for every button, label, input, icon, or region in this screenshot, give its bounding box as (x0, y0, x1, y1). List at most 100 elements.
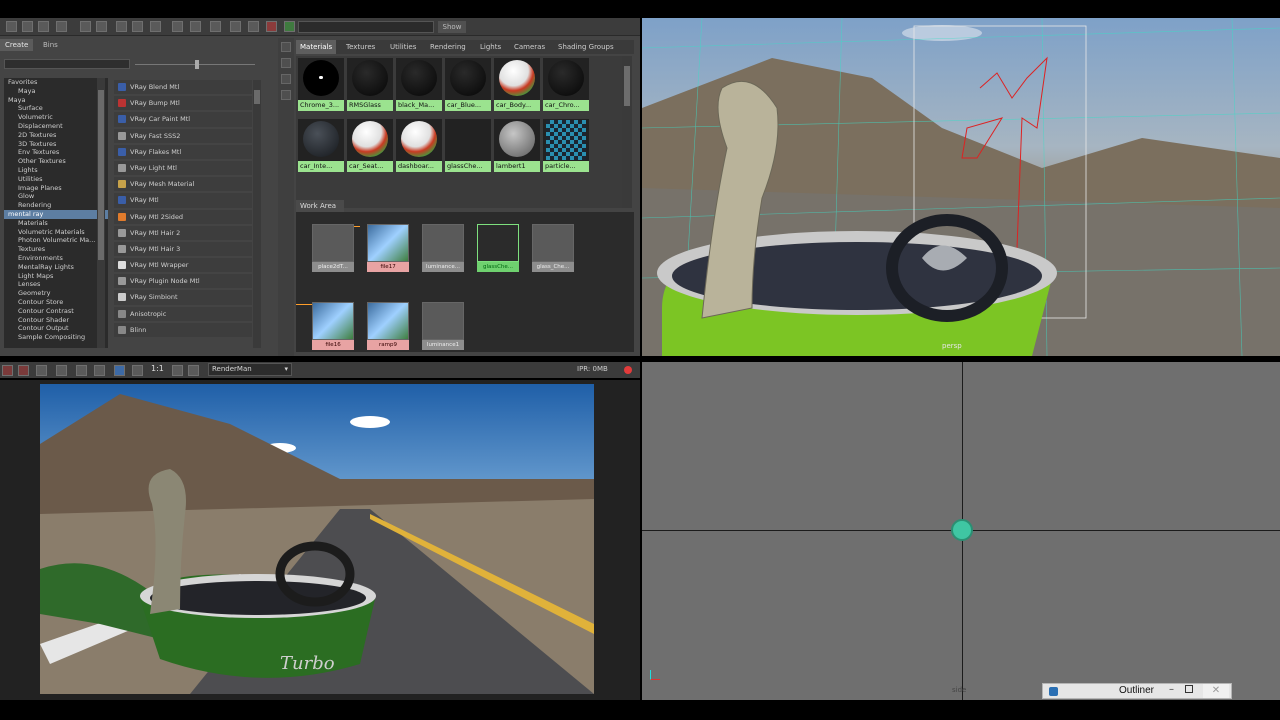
maximize-icon[interactable] (1185, 685, 1193, 693)
scroll-thumb[interactable] (624, 66, 630, 106)
record-icon[interactable] (624, 366, 632, 374)
tab-create[interactable]: Create (0, 39, 34, 51)
work-area-graph[interactable]: place2dT... file17 luminance... glassChe...… (296, 212, 634, 352)
material-swatch[interactable]: dashboar... (396, 119, 442, 172)
slider-handle[interactable] (195, 60, 199, 69)
graph-node[interactable]: file16 (312, 302, 354, 352)
stop-icon[interactable] (266, 21, 277, 32)
bin-icon[interactable] (281, 42, 291, 52)
render-icon[interactable] (2, 365, 13, 376)
minimize-icon[interactable]: – (1169, 684, 1174, 695)
graph-node[interactable]: luminance1 (422, 302, 464, 352)
channel-icon[interactable] (114, 365, 125, 376)
keep-image-icon[interactable] (172, 365, 183, 376)
material-swatch[interactable]: Chrome_3... (298, 58, 344, 111)
graph-node[interactable]: glassChe... (477, 224, 519, 274)
exposure-icon[interactable] (132, 365, 143, 376)
scroll-thumb[interactable] (254, 90, 260, 104)
graph-node[interactable]: glass_Che... (532, 224, 574, 274)
clear-icon[interactable] (230, 21, 241, 32)
tree-item[interactable]: Environments (4, 254, 108, 263)
material-swatch[interactable]: car_Seat... (347, 119, 393, 172)
graph-node[interactable]: ramp9 (367, 302, 409, 352)
tree-item[interactable]: Sample Compositing (4, 333, 108, 342)
tab-shading-groups[interactable]: Shading Groups (554, 40, 618, 54)
tree-scrollbar[interactable] (97, 78, 105, 348)
tree-item[interactable]: Lights (4, 166, 108, 175)
graph-icon[interactable] (284, 21, 295, 32)
material-swatch[interactable]: glassChe... (445, 119, 491, 172)
material-swatch[interactable]: car_Blue... (445, 58, 491, 111)
tree-item[interactable]: 2D Textures (4, 131, 108, 140)
search-field[interactable] (298, 21, 434, 33)
perspective-viewport[interactable]: persp (642, 18, 1280, 356)
selected-object-marker[interactable] (951, 519, 973, 541)
tab-rendering[interactable]: Rendering (426, 40, 470, 54)
material-scrollbar[interactable] (622, 56, 632, 208)
tree-item[interactable]: Rendering (4, 201, 108, 210)
tree-item[interactable]: Geometry (4, 289, 108, 298)
snapshot-icon[interactable] (36, 365, 47, 376)
tree-item[interactable]: Image Planes (4, 184, 108, 193)
node-item[interactable]: VRay Blend Mtl (114, 80, 252, 97)
node-item[interactable]: VRay Flakes Mtl (114, 144, 252, 161)
tree-item[interactable]: Maya (4, 87, 108, 96)
zoom-ratio[interactable]: 1:1 (151, 364, 164, 373)
material-swatch[interactable]: car_Inte... (298, 119, 344, 172)
tree-item[interactable]: Displacement (4, 122, 108, 131)
material-swatch[interactable]: RMSGlass (347, 58, 393, 111)
grid-icon[interactable] (96, 21, 107, 32)
arrow-icon[interactable] (190, 21, 201, 32)
node-item[interactable]: VRay Light Mtl (114, 160, 252, 178)
create-filter-input[interactable] (4, 59, 130, 69)
tree-item[interactable]: Favorites (4, 78, 108, 87)
arrow-icon[interactable] (172, 21, 183, 32)
node-item[interactable]: VRay Mtl Hair 2 (114, 225, 252, 242)
remove-image-icon[interactable] (188, 365, 199, 376)
tree-item[interactable]: Volumetric (4, 113, 108, 122)
tree-item[interactable]: Contour Store (4, 298, 108, 307)
node-item[interactable]: VRay Mtl 2Sided (114, 209, 252, 226)
tree-item[interactable]: Volumetric Materials (4, 228, 108, 237)
grid-icon[interactable] (80, 21, 91, 32)
layout-icon[interactable] (22, 21, 33, 32)
node-item[interactable]: VRay Mtl (114, 193, 252, 210)
tree-item[interactable]: Surface (4, 104, 108, 113)
ipr-render-icon[interactable] (18, 365, 29, 376)
tree-item[interactable]: Photon Volumetric Ma... (4, 236, 108, 245)
work-area-tab[interactable]: Work Area (296, 200, 344, 212)
layout-icon[interactable] (38, 21, 49, 32)
tree-item[interactable]: Textures (4, 245, 108, 254)
graph-icon[interactable] (150, 21, 161, 32)
outliner-window[interactable]: Outliner – ✕ (1042, 683, 1232, 699)
node-item[interactable]: VRay Mtl Wrapper (114, 258, 252, 275)
tree-item[interactable]: mental ray (4, 209, 108, 219)
tree-item[interactable]: Env Textures (4, 148, 108, 157)
tree-item[interactable]: Contour Contrast (4, 307, 108, 316)
node-item[interactable]: VRay Mtl Hair 3 (114, 241, 252, 259)
layout-icon[interactable] (56, 21, 67, 32)
bin-icon[interactable] (281, 74, 291, 84)
arrow-icon[interactable] (210, 21, 221, 32)
graph-node[interactable]: place2dT... (312, 224, 354, 274)
material-swatch[interactable]: lambert1 (494, 119, 540, 172)
tree-item[interactable]: Lenses (4, 280, 108, 289)
node-item[interactable]: VRay Mesh Material (114, 177, 252, 194)
color-icon[interactable] (94, 365, 105, 376)
tab-bins[interactable]: Bins (38, 39, 63, 51)
tab-utilities[interactable]: Utilities (386, 40, 420, 54)
tree-item[interactable]: Maya (4, 96, 108, 105)
tree-item[interactable]: Light Maps (4, 272, 108, 281)
side-viewport[interactable]: side (642, 362, 1280, 700)
tree-item[interactable]: Other Textures (4, 157, 108, 166)
material-swatch[interactable]: car_Chro... (543, 58, 589, 111)
node-item[interactable]: VRay Car Paint Mtl (114, 112, 252, 129)
tab-lights[interactable]: Lights (476, 40, 505, 54)
show-button[interactable]: Show (438, 21, 466, 33)
tree-item[interactable]: 3D Textures (4, 140, 108, 149)
node-item[interactable]: VRay Plugin Node Mtl (114, 274, 252, 291)
tree-item[interactable]: MentalRay Lights (4, 263, 108, 272)
graph-node[interactable]: file17 (367, 224, 409, 274)
close-icon[interactable]: ✕ (1203, 684, 1229, 698)
node-item[interactable]: Anisotropic (114, 306, 252, 323)
